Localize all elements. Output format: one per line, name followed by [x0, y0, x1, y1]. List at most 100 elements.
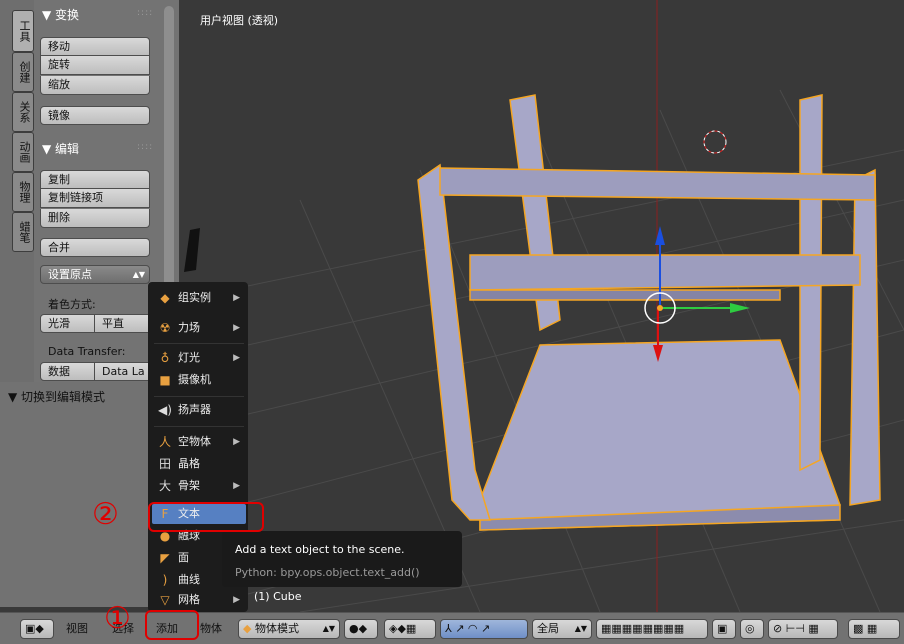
pivot-icon: ◈◆▦ [389, 622, 417, 635]
menu-item-mesh[interactable]: ▽ 网格 ▶ [152, 590, 246, 610]
delete-button[interactable]: 删除 [40, 209, 150, 228]
mesh-icon: ▽ [160, 593, 170, 607]
solid-shading-icon: ●◆ [349, 622, 368, 635]
edit-panel-header[interactable]: ▼ 编辑 [42, 140, 79, 157]
menu-separator [154, 426, 244, 427]
object-status: (1) Cube [254, 590, 302, 603]
render-icon: ▩ ▦ [853, 622, 878, 635]
set-origin-label: 设置原点 [48, 268, 92, 281]
tab-create[interactable]: 创建 [12, 52, 34, 92]
tooltip: Add a text object to the scene. Python: … [222, 531, 462, 587]
menu-separator [154, 343, 244, 344]
layers-icon: ▦▦▦▦▦▦▦▦ [601, 622, 685, 635]
3d-cursor-icon[interactable] [703, 130, 727, 154]
submenu-arrow-icon: ▶ [233, 323, 240, 333]
proportional-edit-button[interactable]: ◎ [740, 619, 764, 639]
camera-icon: ■ [159, 373, 171, 387]
data-transfer-button[interactable]: 数据 [40, 362, 95, 381]
scale-button[interactable]: 缩放 [40, 76, 150, 95]
tooltip-title: Add a text object to the scene. [235, 543, 405, 556]
tooltip-python: Python: bpy.ops.object.text_add() [235, 566, 420, 579]
pivot-point-select[interactable]: ◈◆▦ [384, 619, 436, 639]
lamp-icon[interactable] [184, 228, 200, 272]
tab-physics[interactable]: 物理 [12, 172, 34, 212]
tab-animation[interactable]: 动画 [12, 132, 34, 172]
updown-arrow-icon: ▲▼ [574, 624, 587, 633]
submenu-arrow-icon: ▶ [233, 481, 240, 491]
annotation-step-2: ② [92, 497, 119, 532]
menu-item-lamp[interactable]: ♁ 灯光 ▶ [152, 348, 246, 368]
viewport-shading-select[interactable]: ●◆ [344, 619, 378, 639]
transform-panel-header[interactable]: ▼ 变换 [42, 6, 79, 23]
speaker-icon: ◀) [158, 403, 172, 417]
submenu-arrow-icon: ▶ [233, 437, 240, 447]
join-button[interactable]: 合并 [40, 238, 150, 257]
editor-type-select[interactable]: ▣◆ [20, 619, 54, 639]
object-origin [657, 305, 663, 311]
armature-icon: 大 [158, 479, 171, 493]
shade-flat-button[interactable]: 平直 [95, 314, 150, 333]
surface-icon: ◤ [160, 551, 170, 565]
tab-grease-pencil[interactable]: 蜡笔 [12, 212, 34, 252]
menu-object[interactable]: 物体 [200, 619, 222, 639]
proportional-edit-icon: ◎ [745, 622, 755, 635]
data-transfer-label: Data Transfer: [48, 345, 126, 358]
shading-label: 着色方式: [48, 298, 96, 311]
snap-settings[interactable]: ⊘ ⊢⊣ ▦ [768, 619, 838, 639]
object-mode-icon: ◆ [243, 622, 252, 635]
submenu-arrow-icon: ▶ [233, 293, 240, 303]
updown-arrow-icon: ▲▼ [132, 270, 145, 279]
annotation-box-add-menu [145, 610, 199, 640]
3d-viewport[interactable] [180, 0, 904, 612]
lock-icon: ▣ [717, 622, 728, 635]
viewport-scene [180, 0, 904, 612]
mirror-button[interactable]: 镜像 [40, 106, 150, 125]
menu-item-speaker[interactable]: ◀) 扬声器 [152, 400, 246, 420]
menu-item-camera[interactable]: ■ 摄像机 [152, 370, 246, 390]
set-origin-select[interactable]: 设置原点 ▲▼ [40, 265, 150, 284]
lamp-icon: ♁ [160, 351, 170, 365]
group-instance-icon: ◆ [160, 291, 170, 305]
mode-label: 物体模式 [254, 622, 299, 635]
menu-item-force-field[interactable]: ☢ 力场 ▶ [152, 318, 246, 338]
viewport-title: 用户视图 (透视) [200, 14, 279, 27]
menu-view[interactable]: 视图 [66, 619, 88, 639]
curve-icon: ) [162, 573, 168, 587]
force-field-icon: ☢ [159, 321, 171, 335]
annotation-box-text-item [148, 502, 264, 532]
cube-object[interactable] [417, 94, 881, 531]
submenu-arrow-icon: ▶ [233, 353, 240, 363]
menu-item-lattice[interactable]: 田晶格 [152, 454, 246, 474]
last-operator-title[interactable]: ▼ 切换到编辑模式 [8, 388, 105, 405]
view3d-icon: ▣◆ [25, 622, 44, 635]
layer-buttons[interactable]: ▦▦▦▦▦▦▦▦ [596, 619, 708, 639]
tool-shelf-tabs: 工具 创建 关系 动画 物理 蜡笔 [0, 0, 34, 382]
panel-grip-icon[interactable]: :::: [137, 142, 153, 152]
updown-arrow-icon: ▲▼ [322, 624, 335, 633]
orientation-label: 全局 [537, 622, 559, 635]
menu-separator [154, 396, 244, 397]
panel-grip-icon[interactable]: :::: [137, 8, 153, 18]
submenu-arrow-icon: ▶ [233, 595, 240, 605]
tab-relations[interactable]: 关系 [12, 92, 34, 132]
shade-smooth-button[interactable]: 光滑 [40, 314, 95, 333]
manipulator-icon: ⅄ ↗ ◠ ↗ [445, 622, 491, 635]
mode-select[interactable]: ◆ 物体模式 ▲▼ [238, 619, 340, 639]
tab-tools[interactable]: 工具 [12, 10, 34, 52]
menu-item-empty[interactable]: 人空物体 ▶ [152, 432, 246, 452]
menu-item-group-instance[interactable]: ◆ 组实例 ▶ [152, 288, 246, 308]
duplicate-linked-button[interactable]: 复制链接项 [40, 189, 150, 208]
x-axis-arrowhead-icon[interactable] [730, 303, 750, 313]
rotate-button[interactable]: 旋转 [40, 56, 150, 75]
3d-view-header: ▣◆ 视图 选择 添加 物体 ◆ 物体模式 ▲▼ ●◆ ◈◆▦ ⅄ ↗ ◠ ↗ … [0, 612, 904, 644]
lattice-icon: 田 [158, 457, 171, 471]
menu-item-armature[interactable]: 大骨架 ▶ [152, 476, 246, 496]
translate-button[interactable]: 移动 [40, 37, 150, 56]
render-buttons[interactable]: ▩ ▦ [848, 619, 900, 639]
data-layout-button[interactable]: Data La [95, 362, 150, 381]
manipulator-buttons[interactable]: ⅄ ↗ ◠ ↗ [440, 619, 528, 639]
duplicate-button[interactable]: 复制 [40, 170, 150, 189]
annotation-step-1: ① [104, 601, 131, 636]
transform-orientation-select[interactable]: 全局 ▲▼ [532, 619, 592, 639]
lock-layer-button[interactable]: ▣ [712, 619, 736, 639]
